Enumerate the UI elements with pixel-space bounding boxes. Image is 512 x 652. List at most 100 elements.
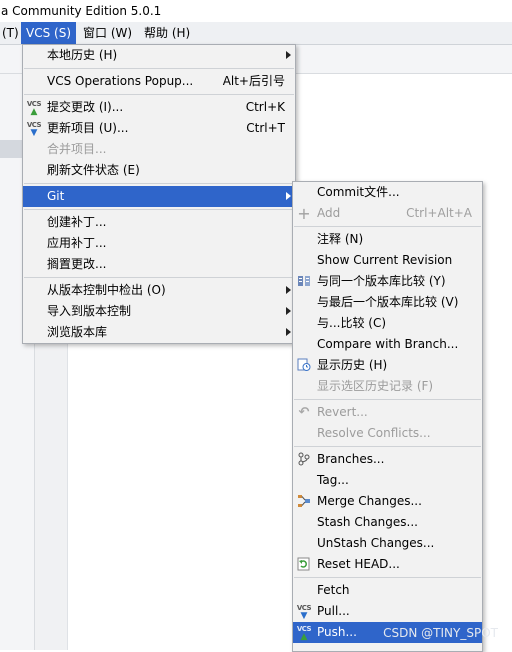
reset-icon	[296, 557, 312, 572]
menu-item-vcs-operations-popup[interactable]: VCS Operations Popup... Alt+后引号	[23, 71, 295, 92]
menu-item-label: 与...比较 (C)	[317, 316, 387, 330]
menu-item-merge-project: 合并项目...	[23, 139, 295, 160]
menu-item-label: 搁置更改...	[47, 257, 107, 271]
menu-item-label: 显示选区历史记录 (F)	[317, 379, 434, 393]
menu-item-label: Stash Changes...	[317, 515, 418, 529]
menu-item-shelve-changes[interactable]: 搁置更改...	[23, 254, 295, 275]
submenu-arrow-icon	[286, 192, 291, 200]
menu-item-pull[interactable]: VCS ▼ Pull...	[293, 601, 482, 622]
menu-item-resolve-conflicts: Resolve Conflicts...	[293, 423, 482, 444]
shortcut-label: Ctrl+K	[245, 100, 285, 114]
menu-item-show-selection-history: 显示选区历史记录 (F)	[293, 376, 482, 397]
submenu-arrow-icon	[286, 286, 291, 294]
menu-item-browse-repository[interactable]: 浏览版本库	[23, 322, 295, 343]
menu-item-label: 合并项目...	[47, 142, 107, 156]
vcs-update-icon: VCS ▼	[26, 121, 42, 138]
menu-item-label: 与最后一个版本库比较 (V)	[317, 295, 459, 309]
menu-item-show-current-revision[interactable]: Show Current Revision	[293, 250, 482, 271]
menu-item-label: Tag...	[317, 473, 349, 487]
menu-item-branches[interactable]: Branches...	[293, 449, 482, 470]
menu-item-compare-latest[interactable]: 与最后一个版本库比较 (V)	[293, 292, 482, 313]
menu-item-label: Merge Changes...	[317, 494, 422, 508]
watermark: CSDN @TINY_SPOT	[383, 626, 498, 640]
menu-item-annotate[interactable]: 注释 (N)	[293, 229, 482, 250]
menu-separator	[24, 277, 294, 278]
undo-icon: ↶	[298, 405, 310, 420]
vcs-commit-icon: VCS ▲	[26, 100, 42, 117]
menu-item-refresh-file-status[interactable]: 刷新文件状态 (E)	[23, 160, 295, 181]
menu-item-label: 注释 (N)	[317, 232, 364, 246]
menu-item-label: 更新项目 (U)...	[47, 121, 129, 135]
menu-item-create-patch[interactable]: 创建补丁...	[23, 212, 295, 233]
menu-item-local-history[interactable]: 本地历史 (H)	[23, 45, 295, 66]
menu-separator	[24, 209, 294, 210]
menu-separator	[24, 68, 294, 69]
menu-item-label: 浏览版本库	[47, 325, 108, 339]
menu-item-show-history[interactable]: 显示历史 (H)	[293, 355, 482, 376]
menu-item-update-project[interactable]: VCS ▼ 更新项目 (U)... Ctrl+T	[23, 118, 295, 139]
menu-item-label: 刷新文件状态 (E)	[47, 163, 140, 177]
menu-separator	[294, 226, 481, 227]
menu-item-label: Pull...	[317, 604, 350, 618]
menu-item-commit-file[interactable]: Commit文件...	[293, 182, 482, 203]
menu-help[interactable]: 帮助 (H)	[139, 22, 195, 44]
menu-item-label: VCS Operations Popup...	[47, 74, 194, 88]
menu-separator	[294, 577, 481, 578]
menu-item-label: 提交更改 (I)...	[47, 100, 124, 114]
menu-item-stash-changes[interactable]: Stash Changes...	[293, 512, 482, 533]
menu-separator	[294, 446, 481, 447]
merge-icon	[296, 494, 312, 509]
window-title: a Community Edition 5.0.1	[0, 0, 512, 22]
menu-item-checkout[interactable]: 从版本控制中检出 (O)	[23, 280, 295, 301]
menu-item-label: Push...	[317, 625, 357, 639]
vcs-commit-icon: VCS ▲	[296, 625, 312, 642]
menu-item-tag[interactable]: Tag...	[293, 470, 482, 491]
vcs-menu: 本地历史 (H) VCS Operations Popup... Alt+后引号…	[22, 44, 296, 344]
plus-icon: +	[297, 204, 311, 223]
menu-item-label: Reset HEAD...	[317, 557, 400, 571]
menu-item-label: UnStash Changes...	[317, 536, 435, 550]
shortcut-label: Ctrl+T	[246, 121, 285, 135]
shortcut-label: Alt+后引号	[222, 74, 285, 88]
menu-item-unstash-changes[interactable]: UnStash Changes...	[293, 533, 482, 554]
menu-item-label: 从版本控制中检出 (O)	[47, 283, 166, 297]
menu-item-apply-patch[interactable]: 应用补丁...	[23, 233, 295, 254]
menu-separator	[294, 399, 481, 400]
menu-item-label: 创建补丁...	[47, 215, 107, 229]
menu-item-label: Fetch	[317, 583, 350, 597]
menu-item-commit-changes[interactable]: VCS ▲ 提交更改 (I)... Ctrl+K	[23, 97, 295, 118]
menu-item-git[interactable]: Git	[23, 186, 295, 207]
menu-separator	[24, 94, 294, 95]
compare-icon	[296, 274, 312, 289]
menu-item-label: Git	[47, 189, 65, 203]
menu-item-label: Branches...	[317, 452, 385, 466]
submenu-arrow-icon	[286, 328, 291, 336]
menu-item-label: 应用补丁...	[47, 236, 107, 250]
menu-item-compare-with[interactable]: 与...比较 (C)	[293, 313, 482, 334]
tree-selected-row	[0, 140, 22, 158]
submenu-arrow-icon	[286, 307, 291, 315]
history-icon	[296, 358, 312, 373]
menu-item-reset-head[interactable]: Reset HEAD...	[293, 554, 482, 575]
git-submenu: Commit文件... + Add Ctrl+Alt+A 注释 (N) Show…	[292, 181, 483, 652]
shortcut-label: Ctrl+Alt+A	[406, 206, 472, 220]
menu-item-label: Compare with Branch...	[317, 337, 459, 351]
menu-item-add: + Add Ctrl+Alt+A	[293, 203, 482, 224]
menu-item-fetch[interactable]: Fetch	[293, 580, 482, 601]
menu-item-merge-changes[interactable]: Merge Changes...	[293, 491, 482, 512]
menu-vcs[interactable]: VCS (S)	[21, 22, 76, 44]
menu-separator	[24, 183, 294, 184]
menu-item-label: 本地历史 (H)	[47, 48, 118, 62]
menu-item-label: Show Current Revision	[317, 253, 453, 267]
menu-bar: (T) VCS (S) 窗口 (W) 帮助 (H)	[0, 22, 512, 45]
menu-window[interactable]: 窗口 (W)	[78, 22, 137, 44]
menu-item-label: Commit文件...	[317, 185, 400, 199]
menu-item-label: 与同一个版本库比较 (Y)	[317, 274, 446, 288]
vcs-update-icon: VCS ▼	[296, 604, 312, 621]
menu-item-compare-same-repository[interactable]: 与同一个版本库比较 (Y)	[293, 271, 482, 292]
menu-item-label: Add	[317, 206, 341, 220]
menu-item-label: Resolve Conflicts...	[317, 426, 431, 440]
menu-item-compare-with-branch[interactable]: Compare with Branch...	[293, 334, 482, 355]
menu-item-import[interactable]: 导入到版本控制	[23, 301, 295, 322]
menu-item-revert: ↶ Revert...	[293, 402, 482, 423]
